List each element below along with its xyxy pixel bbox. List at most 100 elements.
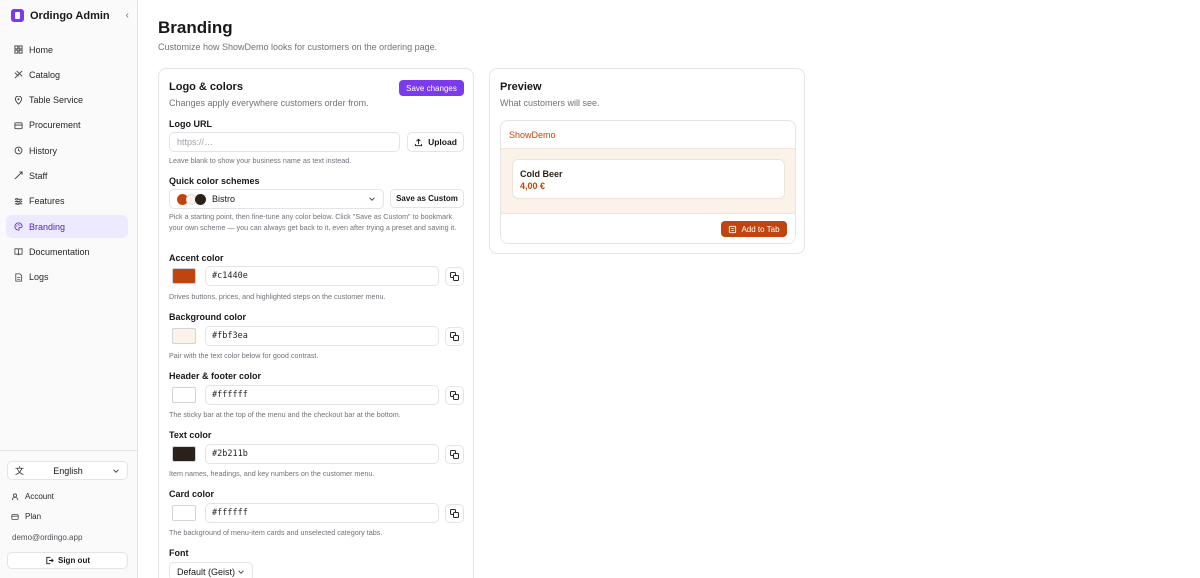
card-subtitle: Changes apply everywhere customers order… xyxy=(169,98,369,108)
book-icon xyxy=(14,248,23,256)
home-icon xyxy=(14,45,23,54)
language-select[interactable]: 文 English xyxy=(7,461,128,480)
collapse-sidebar-icon[interactable]: ‹ xyxy=(126,10,129,21)
sliders-icon xyxy=(14,197,23,205)
add-to-tab-button[interactable]: Add to Tab xyxy=(721,221,787,237)
user-icon xyxy=(11,493,19,500)
receipt-icon xyxy=(729,225,737,233)
copy-icon xyxy=(450,450,459,459)
sidebar-item-label: Documentation xyxy=(29,246,90,257)
procurement-icon xyxy=(14,122,23,129)
copy-background-button[interactable] xyxy=(445,327,464,346)
sidebar-item-label: Table Service xyxy=(29,95,84,106)
text-color-help: Item names, headings, and key numbers on… xyxy=(169,469,375,478)
preview-item-price: 4,00 € xyxy=(520,181,546,191)
sidebar-item-procurement[interactable]: Procurement xyxy=(6,114,128,137)
upload-icon xyxy=(414,138,423,146)
card-color-swatch[interactable] xyxy=(172,505,196,521)
chevron-down-icon xyxy=(238,569,244,574)
map-pin-icon xyxy=(14,95,23,105)
preview-card: Preview What customers will see. ShowDem… xyxy=(489,68,805,254)
sidebar-item-label: Logs xyxy=(29,272,49,283)
sidebar-item-label: Catalog xyxy=(29,69,61,80)
accent-color-help: Drives buttons, prices, and highlighted … xyxy=(169,292,386,301)
copy-card-color-button[interactable] xyxy=(445,504,464,523)
sidebar-item-branding[interactable]: Branding xyxy=(6,215,128,239)
header-footer-color-swatch[interactable] xyxy=(172,387,196,403)
sidebar-item-label: Home xyxy=(29,44,54,55)
sidebar-item-label: Branding xyxy=(29,221,66,232)
accent-color-label: Accent color xyxy=(169,253,224,263)
text-color-swatch[interactable] xyxy=(172,446,196,462)
copy-icon xyxy=(450,509,459,518)
sidebar-item-features[interactable]: Features xyxy=(6,190,128,213)
text-color-input[interactable]: #2b211b xyxy=(205,444,439,464)
staff-icon xyxy=(14,171,23,180)
preview-menu-item: Cold Beer 4,00 € xyxy=(512,159,785,199)
font-select[interactable]: Default (Geist) xyxy=(169,562,253,578)
account-label: Account xyxy=(25,492,54,501)
sidebar-item-catalog[interactable]: Catalog xyxy=(6,63,128,86)
sidebar-item-documentation[interactable]: Documentation xyxy=(6,240,128,263)
history-icon xyxy=(14,146,23,155)
catalog-icon xyxy=(14,70,23,79)
save-as-custom-button[interactable]: Save as Custom xyxy=(390,189,464,208)
sign-out-icon xyxy=(46,556,54,565)
sidebar-item-label: Staff xyxy=(29,170,48,181)
account-link[interactable]: Account xyxy=(11,492,54,501)
app-name: Ordingo Admin xyxy=(30,9,110,22)
plan-label: Plan xyxy=(25,512,42,521)
accent-color-swatch[interactable] xyxy=(172,268,196,284)
copy-icon xyxy=(450,391,459,400)
color-schemes-help: Pick a starting point, then fine-tune an… xyxy=(169,212,457,232)
preview-body: Cold Beer 4,00 € xyxy=(501,149,795,213)
sidebar-nav: Home Catalog Table Service Procurement H… xyxy=(6,38,128,291)
copy-accent-button[interactable] xyxy=(445,267,464,286)
chevron-down-icon xyxy=(369,197,375,201)
background-color-swatch[interactable] xyxy=(172,328,196,344)
logo-url-help: Leave blank to show your business name a… xyxy=(169,156,352,165)
upload-button[interactable]: Upload xyxy=(407,132,464,152)
header-footer-color-label: Header & footer color xyxy=(169,371,262,381)
card-color-label: Card color xyxy=(169,489,215,499)
color-scheme-select[interactable]: Bistro xyxy=(169,189,384,209)
card-subtitle: What customers will see. xyxy=(500,98,600,108)
save-changes-button[interactable]: Save changes xyxy=(399,80,464,96)
card-title: Logo & colors xyxy=(169,81,243,93)
logo-url-input[interactable]: https://… xyxy=(169,132,400,152)
sidebar: Ordingo Admin ‹ Home Catalog Table Servi… xyxy=(0,0,138,578)
sidebar-item-staff[interactable]: Staff xyxy=(6,164,128,187)
app-logo-icon xyxy=(11,9,24,22)
background-color-input[interactable]: #fbf3ea xyxy=(205,326,439,346)
preview-header: ShowDemo xyxy=(501,121,795,149)
credit-card-icon xyxy=(11,513,19,520)
scheme-text-dot xyxy=(195,193,206,205)
sidebar-item-table-service[interactable]: Table Service xyxy=(6,89,128,112)
sign-out-button[interactable]: Sign out xyxy=(7,552,128,569)
scheme-swatches xyxy=(177,193,206,205)
user-email: demo@ordingo.app xyxy=(12,533,83,542)
font-value: Default (Geist) xyxy=(177,566,236,577)
copy-icon xyxy=(450,332,459,341)
copy-icon xyxy=(450,272,459,281)
chevron-down-icon xyxy=(113,468,119,473)
sidebar-item-history[interactable]: History xyxy=(6,139,128,162)
header-footer-color-input[interactable]: #ffffff xyxy=(205,385,439,405)
logo-colors-card: Logo & colors Changes apply everywhere c… xyxy=(158,68,474,578)
preview-frame: ShowDemo Cold Beer 4,00 € Add to Tab xyxy=(500,120,796,244)
accent-color-input[interactable]: #c1440e xyxy=(205,266,439,286)
header-footer-color-help: The sticky bar at the top of the menu an… xyxy=(169,410,401,419)
copy-text-color-button[interactable] xyxy=(445,445,464,464)
color-scheme-value: Bistro xyxy=(212,194,236,204)
copy-header-footer-button[interactable] xyxy=(445,386,464,405)
brand: Ordingo Admin ‹ xyxy=(11,8,129,23)
text-color-label: Text color xyxy=(169,430,212,440)
plan-link[interactable]: Plan xyxy=(11,512,41,521)
color-schemes-label: Quick color schemes xyxy=(169,176,260,186)
card-title: Preview xyxy=(500,81,542,93)
sidebar-item-logs[interactable]: Logs xyxy=(6,266,128,289)
sidebar-item-home[interactable]: Home xyxy=(6,38,128,61)
card-color-input[interactable]: #ffffff xyxy=(205,503,439,523)
translate-icon: 文 xyxy=(15,466,25,476)
add-to-tab-label: Add to Tab xyxy=(741,224,780,234)
